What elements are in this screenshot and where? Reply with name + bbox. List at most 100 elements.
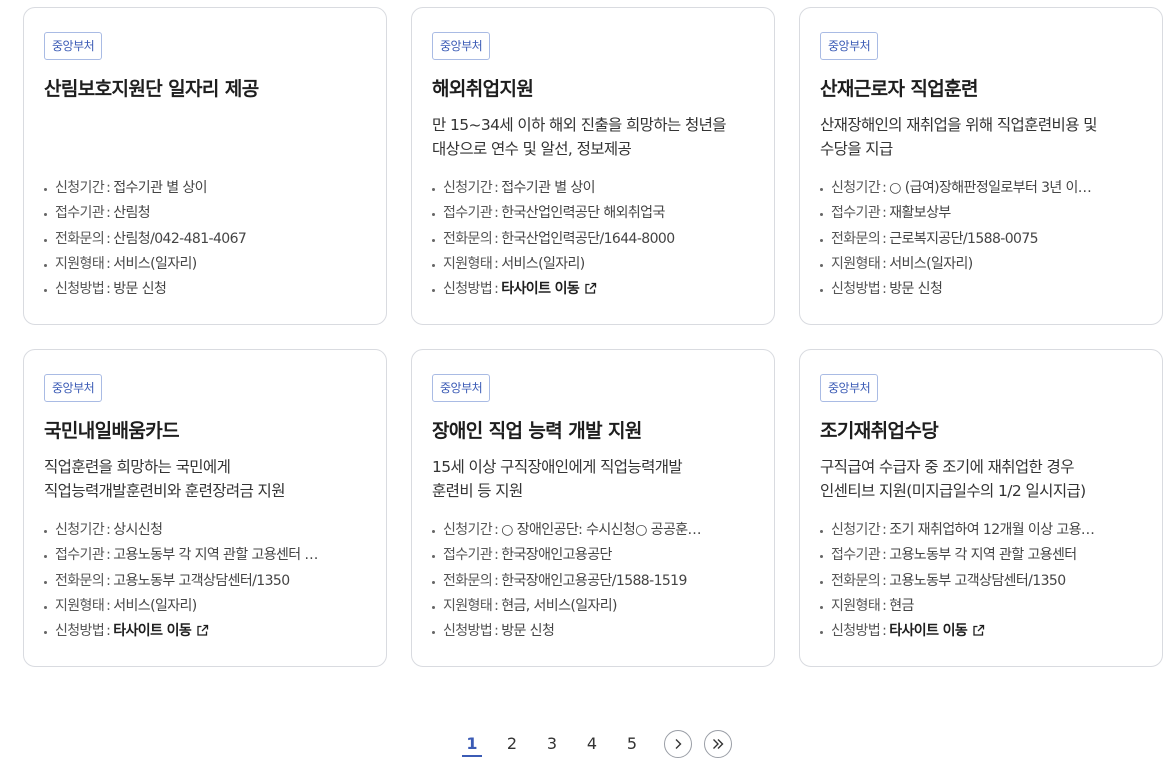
- card-title[interactable]: 조기재취업수당: [820, 418, 1142, 444]
- detail-separator: :: [106, 623, 111, 640]
- detail-value: 서비스(일자리): [113, 597, 197, 614]
- detail-separator: :: [106, 255, 111, 272]
- page-number-label: 1: [462, 734, 482, 757]
- detail-separator: :: [882, 281, 887, 298]
- detail-item: 신청기간: 접수기관 별 상이: [432, 176, 753, 201]
- detail-label: 신청방법: [831, 623, 881, 640]
- detail-separator: :: [494, 180, 499, 196]
- detail-item: 접수기관: 한국산업인력공단 해외취업국: [432, 201, 753, 226]
- chevron-right-icon: [675, 739, 682, 749]
- detail-value: 산림청/042-481-4067: [113, 230, 247, 247]
- card-title[interactable]: 장애인 직업 능력 개발 지원: [432, 418, 754, 444]
- category-badge: 중앙부처: [44, 374, 103, 402]
- detail-label: 신청방법: [831, 281, 881, 298]
- detail-label: 신청방법: [55, 623, 105, 640]
- detail-value: 근로복지공단/1588-0075: [889, 230, 1038, 247]
- service-card[interactable]: 중앙부처국민내일배움카드직업훈련을 희망하는 국민에게 직업능력개발훈련비와 훈련…: [23, 349, 387, 667]
- detail-value: 서비스(일자리): [889, 255, 973, 272]
- detail-label: 신청기간: [831, 180, 881, 196]
- detail-separator: :: [494, 522, 499, 538]
- service-card[interactable]: 중앙부처 조기재취업수당 구직급여 수급자 중 조기에 재취업한 경우 인센티브 지원…: [799, 349, 1163, 667]
- page-number-1[interactable]: 1: [452, 730, 492, 758]
- category-badge: 중앙부처: [432, 32, 491, 60]
- card-title[interactable]: 산림보호지원단 일자리 제공: [44, 76, 366, 102]
- detail-separator: :: [882, 597, 887, 614]
- detail-item: 신청방법: 타사이트 이동: [820, 619, 1141, 644]
- detail-value: ○ (급여)장해판정일로부터 3년 이…: [889, 180, 1092, 196]
- page-number-3[interactable]: 3: [532, 730, 572, 758]
- detail-label: 접수기관: [443, 547, 493, 564]
- detail-item: 접수기관: 한국장애인고용공단: [432, 543, 753, 568]
- detail-separator: :: [106, 230, 111, 247]
- detail-label: 지원형태: [55, 255, 105, 272]
- description-line: [44, 137, 366, 161]
- service-card[interactable]: 중앙부처산림보호지원단 일자리 제공신청기간: 접수기관 별 상이 접수기관: 산림청…: [23, 7, 387, 325]
- detail-list: 신청기간: 상시신청 접수기관: 고용노동부 각 지역 관할 고용센터 … 전화문의: 고…: [44, 518, 366, 644]
- detail-label: 전화문의: [831, 572, 881, 589]
- detail-item: 신청기간: ○ (급여)장해판정일로부터 3년 이…: [820, 176, 1141, 201]
- detail-separator: :: [882, 572, 887, 589]
- card-title[interactable]: 산재근로자 직업훈련: [820, 76, 1142, 102]
- detail-label: 신청기간: [55, 180, 105, 196]
- detail-separator: :: [494, 623, 499, 640]
- detail-value: 한국산업인력공단 해외취업국: [501, 205, 665, 222]
- detail-label: 지원형태: [55, 597, 105, 614]
- page-number-2[interactable]: 2: [492, 730, 532, 758]
- next-page-button[interactable]: [664, 730, 692, 758]
- detail-value: 현금, 서비스(일자리): [501, 597, 617, 614]
- external-site-link[interactable]: 타사이트 이동: [113, 623, 209, 639]
- card-description: 만 15~34세 이하 해외 진출을 희망하는 청년을대상으로 연수 및 알선,…: [432, 113, 754, 161]
- card-title[interactable]: 해외취업지원: [432, 76, 754, 102]
- detail-label: 지원형태: [831, 597, 881, 614]
- detail-label: 전화문의: [443, 572, 493, 589]
- detail-list: 신청기간: ○ (급여)장해판정일로부터 3년 이… 접수기관: 재활보상부 전화문의:…: [820, 176, 1142, 302]
- detail-item: 전화문의: 근로복지공단/1588-0075: [820, 227, 1141, 252]
- detail-value: 고용노동부 고객상담센터/1350: [889, 572, 1066, 589]
- description-line: 만 15~34세 이하 해외 진출을 희망하는 청년을: [432, 116, 727, 134]
- description-line: 인센티브 지원(미지급일수의 1/2 일시지급): [820, 482, 1086, 500]
- detail-value: 접수기관 별 상이: [113, 180, 207, 196]
- category-badge: 중앙부처: [44, 32, 103, 60]
- detail-separator: :: [882, 623, 887, 640]
- page-number-5[interactable]: 5: [612, 730, 652, 758]
- detail-separator: :: [882, 255, 887, 272]
- card-description: 직업훈련을 희망하는 국민에게 직업능력개발훈련비와 훈련장려금 지원: [44, 455, 366, 503]
- detail-separator: :: [882, 180, 887, 196]
- detail-item: 지원형태: 현금: [820, 594, 1141, 619]
- page-number-label: 4: [586, 734, 598, 753]
- card-title[interactable]: 국민내일배움카드: [44, 418, 366, 444]
- detail-label: 신청기간: [55, 522, 105, 538]
- description-line: 훈련비 등 지원: [432, 482, 523, 500]
- detail-value: 서비스(일자리): [501, 255, 585, 272]
- detail-label: 지원형태: [443, 597, 493, 614]
- category-badge: 중앙부처: [432, 374, 491, 402]
- detail-separator: :: [106, 597, 111, 614]
- category-badge: 중앙부처: [820, 32, 879, 60]
- service-card[interactable]: 중앙부처 장애인 직업 능력 개발 지원 15세 이상 구직장애인에게 직업능력개발…: [411, 349, 775, 667]
- detail-label: 접수기관: [831, 205, 881, 222]
- detail-separator: :: [494, 572, 499, 589]
- external-site-link[interactable]: 타사이트 이동: [501, 281, 597, 297]
- detail-separator: :: [494, 205, 499, 222]
- description-line: 산재장해인의 재취업을 위해 직업훈련비용 및: [820, 116, 1097, 134]
- detail-label: 지원형태: [831, 255, 881, 272]
- detail-item: 전화문의: 산림청/042-481-4067: [44, 227, 365, 252]
- detail-label: 전화문의: [55, 572, 105, 589]
- last-page-button[interactable]: [704, 730, 732, 758]
- detail-separator: :: [494, 281, 499, 298]
- service-card[interactable]: 중앙부처 산재근로자 직업훈련 산재장해인의 재취업을 위해 직업훈련비용 및 수당을…: [799, 7, 1163, 325]
- link-label: 타사이트 이동: [501, 281, 580, 298]
- detail-list: 신청기간: 조기 재취업하여 12개월 이상 고용… 접수기관: 고용노동부 각 지역…: [820, 518, 1142, 644]
- description-line: 대상으로 연수 및 알선, 정보제공: [432, 140, 632, 158]
- detail-separator: :: [882, 522, 887, 538]
- detail-value: 고용노동부 각 지역 관할 고용센터: [889, 547, 1077, 564]
- page-number-4[interactable]: 4: [572, 730, 612, 758]
- service-card[interactable]: 중앙부처해외취업지원만 15~34세 이하 해외 진출을 희망하는 청년을대상으…: [411, 7, 775, 325]
- link-label: 타사이트 이동: [113, 623, 192, 640]
- detail-list: 신청기간: 접수기관 별 상이 접수기관: 산림청 전화문의: 산림청/042-481-4…: [44, 176, 366, 302]
- description-line: 구직급여 수급자 중 조기에 재취업한 경우: [820, 458, 1074, 476]
- detail-separator: :: [494, 597, 499, 614]
- detail-separator: :: [106, 180, 111, 196]
- detail-item: 전화문의: 고용노동부 고객상담센터/1350: [44, 569, 365, 594]
- external-site-link[interactable]: 타사이트 이동: [889, 623, 985, 639]
